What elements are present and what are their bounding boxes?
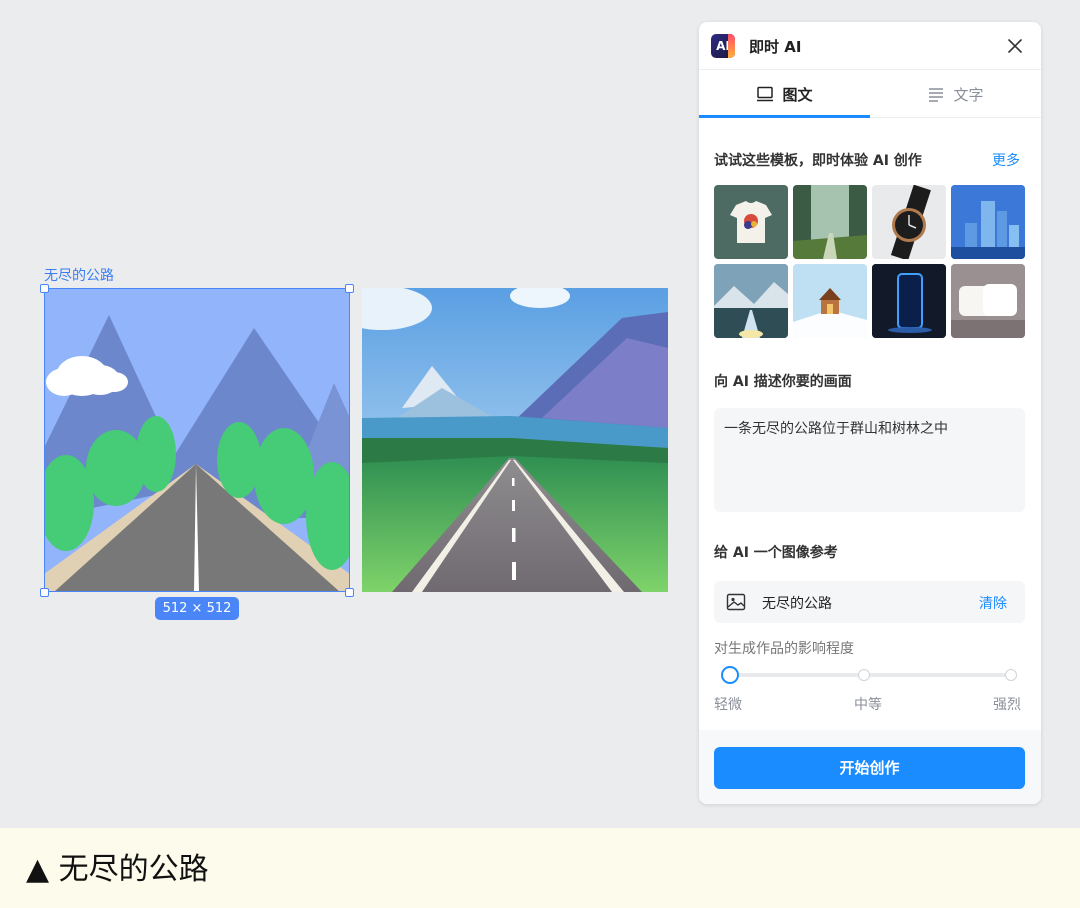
tab-image-text[interactable]: 图文	[699, 70, 870, 118]
cabin-icon	[793, 264, 867, 338]
slider-stop-medium[interactable]	[858, 669, 870, 681]
phone-icon	[872, 264, 946, 338]
image-icon	[726, 593, 746, 611]
template-forest-path[interactable]	[793, 185, 867, 259]
sketch-drawing	[44, 288, 350, 592]
tab-indicator	[699, 115, 870, 118]
template-tshirt[interactable]	[714, 185, 788, 259]
frame-label[interactable]: 无尽的公路	[44, 265, 114, 285]
prompt-input[interactable]: 一条无尽的公路位于群山和树林之中	[714, 408, 1025, 512]
reference-name: 无尽的公路	[762, 596, 832, 612]
city-icon	[951, 185, 1025, 259]
slider-thumb[interactable]	[721, 666, 739, 684]
caption-text: ▲ 无尽的公路	[26, 852, 209, 887]
resize-handle-top-left[interactable]	[40, 284, 49, 293]
ai-panel: AI 即时 AI 图文 文字 试试这些模板，即时体验 AI 创作 更多 向 AI…	[699, 22, 1041, 804]
resize-handle-bottom-left[interactable]	[40, 588, 49, 597]
influence-level-strong: 强烈	[993, 697, 1021, 713]
tab-label: 文字	[953, 85, 984, 104]
resize-handle-top-right[interactable]	[345, 284, 354, 293]
influence-slider[interactable]	[721, 666, 1017, 684]
tshirt-icon	[730, 201, 772, 243]
resize-handle-bottom-right[interactable]	[345, 588, 354, 597]
templates-title: 试试这些模板，即时体验 AI 创作	[714, 153, 922, 169]
template-mountain-road[interactable]	[714, 264, 788, 338]
reference-title: 给 AI 一个图像参考	[714, 545, 838, 561]
close-icon	[1008, 39, 1022, 53]
slider-stop-strong[interactable]	[1005, 669, 1017, 681]
template-watch[interactable]	[872, 185, 946, 259]
influence-level-medium: 中等	[854, 697, 882, 713]
generated-drawing	[362, 288, 668, 592]
mountain-road-icon	[714, 264, 788, 338]
reference-image-row[interactable]: 无尽的公路 清除	[714, 581, 1025, 623]
prompt-title: 向 AI 描述你要的画面	[714, 374, 852, 390]
pillows-icon	[951, 264, 1025, 338]
template-pillows[interactable]	[951, 264, 1025, 338]
text-lines-icon	[929, 88, 944, 102]
templates-more-link[interactable]: 更多	[992, 150, 1020, 170]
start-create-button[interactable]: 开始创作	[714, 747, 1025, 789]
close-button[interactable]	[1005, 36, 1025, 56]
forest-icon	[793, 185, 867, 259]
sketch-image[interactable]	[44, 288, 350, 592]
caption-bar: ▲ 无尽的公路	[0, 828, 1080, 908]
influence-level-weak: 轻微	[714, 697, 742, 713]
size-badge: 512 × 512	[155, 597, 239, 620]
panel-header: AI 即时 AI	[699, 22, 1041, 70]
watch-icon	[890, 185, 931, 259]
template-city[interactable]	[951, 185, 1025, 259]
influence-title: 对生成作品的影响程度	[714, 641, 854, 657]
tab-bar: 图文 文字	[699, 70, 1041, 118]
template-phone[interactable]	[872, 264, 946, 338]
app-logo-icon: AI	[711, 34, 735, 58]
tab-text[interactable]: 文字	[870, 70, 1041, 118]
monitor-icon	[757, 86, 774, 102]
template-cabin[interactable]	[793, 264, 867, 338]
generated-image[interactable]	[362, 288, 668, 592]
reference-clear-button[interactable]: 清除	[979, 593, 1007, 613]
panel-title: 即时 AI	[749, 38, 802, 56]
tab-label: 图文	[782, 85, 813, 104]
